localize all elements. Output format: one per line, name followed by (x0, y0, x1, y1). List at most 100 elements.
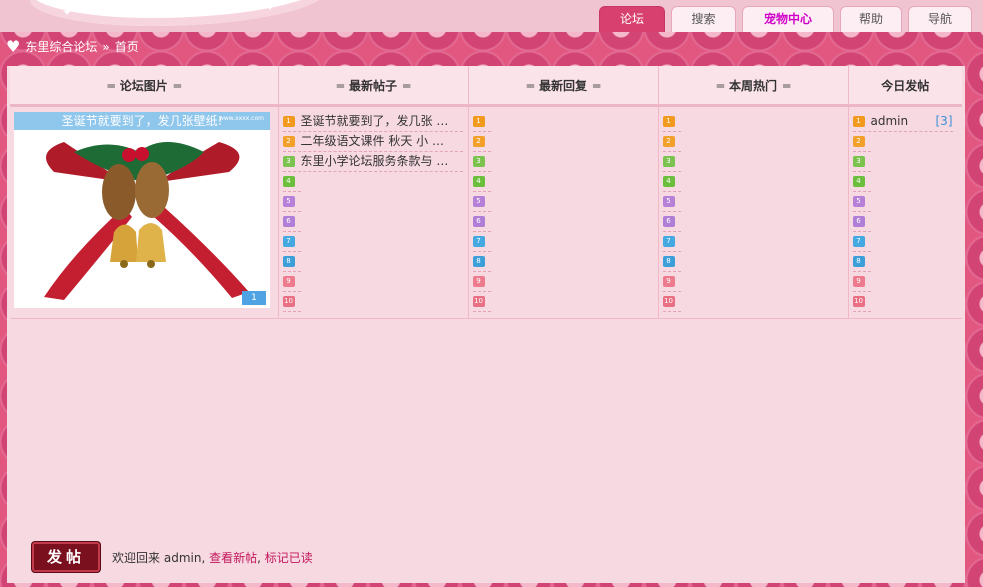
list-item: 2 (852, 132, 871, 152)
tab-forum[interactable]: 论坛 (599, 6, 665, 32)
tab-search[interactable]: 搜索 (671, 6, 736, 32)
list-item: 1 (472, 112, 491, 132)
rank-8-icon: 8 (852, 256, 865, 267)
rank-2-icon: 2 (282, 136, 295, 147)
breadcrumb: ♥ 东里综合论坛 » 首页 (6, 38, 139, 55)
rank-3-icon: 3 (852, 156, 865, 167)
rank-1-icon: 1 (852, 116, 865, 127)
welcome-text: 欢迎回来 (112, 550, 161, 565)
breadcrumb-separator: » (102, 39, 110, 54)
forum-stats-table: ═ 论坛图片 ═ ═ 最新帖子 ═ ═ 最新回复 ═ ═ 本周热门 ═ 今日发帖 圣诞节就要到了… (10, 66, 962, 319)
rank-10-icon: 10 (282, 296, 295, 307)
list-item: 7 (472, 232, 491, 252)
rank-1-icon: 1 (282, 116, 295, 127)
list-item[interactable]: 3 东里小学论坛服务条款与 … (282, 152, 463, 172)
header-today-posts: 今日发帖 (848, 66, 962, 107)
breadcrumb-forum[interactable]: 东里综合论坛 (25, 38, 97, 55)
poster-name[interactable]: admin (871, 112, 936, 131)
list-item: 3 (852, 152, 871, 172)
list-item[interactable]: 1 admin [3] (852, 112, 953, 132)
comma: , (201, 550, 206, 565)
slideshow-next-button[interactable]: 1 (242, 291, 266, 305)
rank-2-icon: 2 (662, 136, 675, 147)
christmas-bells-image (44, 142, 249, 300)
list-item: 8 (662, 252, 681, 272)
rank-4-icon: 4 (852, 176, 865, 187)
rank-7-icon: 7 (282, 236, 295, 247)
weekly-hot-cell: 1 2 3 4 5 6 7 8 9 10 (658, 105, 849, 319)
list-item: 9 (472, 272, 491, 292)
rank-6-icon: 6 (852, 216, 865, 227)
weekly-hot-list: 1 2 3 4 5 6 7 8 9 10 (662, 112, 844, 312)
list-item[interactable]: 2 二年级语文课件 秋天 小 … (282, 132, 463, 152)
tab-navigation[interactable]: 导航 (908, 6, 972, 32)
logo-banner (30, 0, 330, 26)
rank-10-icon: 10 (662, 296, 675, 307)
header-latest-replies: ═ 最新回复 ═ (468, 66, 659, 107)
rank-4-icon: 4 (282, 176, 295, 187)
breadcrumb-home[interactable]: 首页 (115, 38, 139, 55)
post-link[interactable]: 圣诞节就要到了，发几张 … (301, 112, 449, 131)
rank-7-icon: 7 (472, 236, 485, 247)
rank-3-icon: 3 (472, 156, 485, 167)
footer-bar: 发帖 欢迎回来 admin, 查看新帖, 标记已读 (32, 542, 313, 572)
header-latest-posts: ═ 最新帖子 ═ (278, 66, 469, 107)
picture-cell: 圣诞节就要到了，发几张壁纸! www.xxxx.com 1 (10, 105, 279, 319)
welcome-line: 欢迎回来 admin, 查看新帖, 标记已读 (112, 549, 313, 566)
rank-8-icon: 8 (282, 256, 295, 267)
rank-9-icon: 9 (282, 276, 295, 287)
rank-7-icon: 7 (852, 236, 865, 247)
rank-6-icon: 6 (472, 216, 485, 227)
list-item: 5 (472, 192, 491, 212)
list-item: 4 (662, 172, 681, 192)
rank-2-icon: 2 (472, 136, 485, 147)
list-item: 9 (662, 272, 681, 292)
star-icon: ✦ (265, 0, 276, 14)
rank-5-icon: 5 (662, 196, 675, 207)
rank-4-icon: 4 (472, 176, 485, 187)
rank-6-icon: 6 (662, 216, 675, 227)
rank-1-icon: 1 (662, 116, 675, 127)
picture-slideshow[interactable]: 圣诞节就要到了，发几张壁纸! www.xxxx.com 1 (14, 112, 270, 308)
list-item: 10 (282, 292, 301, 312)
list-item: 7 (662, 232, 681, 252)
list-item: 4 (852, 172, 871, 192)
rank-3-icon: 3 (282, 156, 295, 167)
rank-7-icon: 7 (662, 236, 675, 247)
list-item: 5 (852, 192, 871, 212)
view-new-posts-link[interactable]: 查看新帖 (209, 551, 257, 565)
list-item: 9 (852, 272, 871, 292)
rank-9-icon: 9 (852, 276, 865, 287)
list-item: 8 (852, 252, 871, 272)
list-item: 6 (282, 212, 301, 232)
new-post-button[interactable]: 发帖 (32, 542, 100, 572)
list-item: 7 (282, 232, 301, 252)
today-posts-cell: 1 admin [3] 2 3 4 5 6 7 8 9 10 (848, 105, 962, 319)
list-item: 8 (472, 252, 491, 272)
mark-read-link[interactable]: 标记已读 (265, 551, 313, 565)
rank-4-icon: 4 (662, 176, 675, 187)
list-item: 3 (662, 152, 681, 172)
star-icon: ✦ (62, 5, 73, 19)
list-item: 2 (472, 132, 491, 152)
list-item: 1 (662, 112, 681, 132)
list-item: 3 (472, 152, 491, 172)
list-item: 6 (852, 212, 871, 232)
today-posts-list: 1 admin [3] 2 3 4 5 6 7 8 9 10 (852, 112, 959, 312)
rank-10-icon: 10 (852, 296, 865, 307)
post-link[interactable]: 二年级语文课件 秋天 小 … (301, 132, 444, 151)
rank-5-icon: 5 (282, 196, 295, 207)
list-item: 10 (852, 292, 871, 312)
post-link[interactable]: 东里小学论坛服务条款与 … (301, 152, 449, 171)
tab-help[interactable]: 帮助 (840, 6, 902, 32)
list-item: 4 (282, 172, 301, 192)
latest-replies-cell: 1 2 3 4 5 6 7 8 9 10 (468, 105, 659, 319)
rank-3-icon: 3 (662, 156, 675, 167)
list-item[interactable]: 1 圣诞节就要到了，发几张 … (282, 112, 463, 132)
rank-5-icon: 5 (852, 196, 865, 207)
tab-pet-center[interactable]: 宠物中心 (742, 6, 834, 32)
list-item: 8 (282, 252, 301, 272)
welcome-user: admin (163, 550, 202, 565)
list-item: 7 (852, 232, 871, 252)
latest-posts-cell: 1 圣诞节就要到了，发几张 … 2 二年级语文课件 秋天 小 … 3 东里小学论坛服务… (278, 105, 469, 319)
